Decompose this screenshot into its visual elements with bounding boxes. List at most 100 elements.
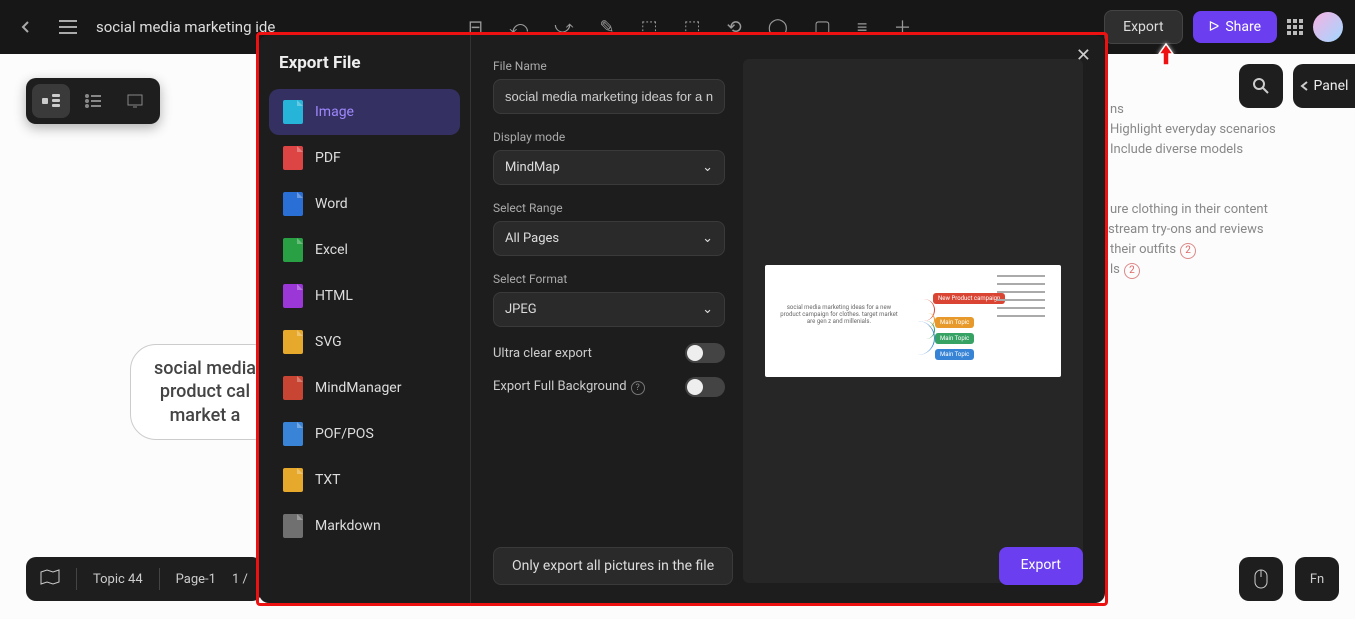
format-txt[interactable]: TXT — [269, 457, 460, 503]
preview-tag-red: New Product campaign — [933, 293, 1005, 304]
search-button[interactable] — [1239, 64, 1283, 108]
ultra-clear-label: Ultra clear export — [493, 346, 592, 361]
select-range-select[interactable]: All Pages ⌄ — [493, 221, 725, 256]
full-bg-row: Export Full Background? — [493, 377, 725, 397]
display-mode-value: MindMap — [505, 160, 560, 175]
view-switcher — [26, 78, 160, 124]
status-page-num: 1 / — [232, 572, 248, 587]
full-bg-toggle[interactable] — [685, 377, 725, 397]
format-label: Markdown — [315, 518, 381, 534]
format-list: Image PDF Word Excel HTML SVG MindManage… — [269, 89, 460, 549]
corner-buttons: Fn — [1239, 557, 1339, 601]
menu-icon[interactable] — [54, 13, 82, 41]
format-label: PDF — [315, 150, 341, 166]
format-label: HTML — [315, 288, 353, 304]
status-page[interactable]: Page-1 — [176, 572, 216, 587]
format-excel[interactable]: Excel — [269, 227, 460, 273]
fn-button[interactable]: Fn — [1295, 557, 1339, 601]
preview-tag-1: Main Topic — [935, 317, 974, 328]
back-icon[interactable] — [12, 13, 40, 41]
canvas-text-3: Include diverse models — [1110, 142, 1243, 157]
select-format-select[interactable]: JPEG⌄ — [493, 292, 725, 327]
svg-file-icon — [283, 330, 303, 354]
format-label: Word — [315, 196, 348, 212]
preview-image: social media marketing ideas for a new p… — [765, 265, 1061, 377]
canvas-text-2: Highlight everyday scenarios — [1110, 122, 1276, 137]
canvas-text-5: stream try-ons and reviews — [1108, 222, 1264, 237]
export-form: File Name Display mode MindMap ⌄ Select R… — [493, 59, 725, 583]
file-name-input[interactable] — [493, 79, 725, 114]
view-mindmap[interactable] — [32, 84, 70, 118]
select-range-label: Select Range — [493, 201, 725, 215]
format-image[interactable]: Image — [269, 89, 460, 135]
center-node[interactable]: social media product cal market a — [130, 344, 280, 440]
canvas-text-1: ns — [1110, 102, 1124, 117]
format-pdf[interactable]: PDF — [269, 135, 460, 181]
chevron-down-icon: ⌄ — [702, 302, 713, 317]
badge-2a: 2 — [1180, 243, 1196, 259]
format-pof[interactable]: POF/POS — [269, 411, 460, 457]
pdf-file-icon — [283, 146, 303, 170]
format-label: SVG — [315, 334, 342, 350]
chevron-down-icon: ⌄ — [702, 160, 713, 175]
format-label: MindManager — [315, 380, 401, 396]
only-export-pictures-button[interactable]: Only export all pictures in the file — [493, 547, 733, 585]
panel-label: Panel — [1314, 78, 1349, 94]
view-present[interactable] — [116, 84, 154, 118]
preview-tag-3: Main Topic — [935, 349, 974, 360]
export-button[interactable]: Export — [1104, 10, 1182, 44]
modal-main: File Name Display mode MindMap ⌄ Select R… — [471, 35, 1105, 603]
mindmanager-file-icon — [283, 376, 303, 400]
share-label: Share — [1225, 19, 1261, 35]
format-html[interactable]: HTML — [269, 273, 460, 319]
file-name-label: File Name — [493, 59, 725, 73]
share-icon: ᐅ — [1209, 19, 1220, 35]
format-svg[interactable]: SVG — [269, 319, 460, 365]
canvas-text-4: ure clothing in their content — [1110, 202, 1268, 217]
panel-tab[interactable]: Panel — [1293, 64, 1355, 108]
ultra-clear-row: Ultra clear export — [493, 343, 725, 363]
excel-file-icon — [283, 238, 303, 262]
format-label: Image — [315, 104, 354, 120]
export-modal: ✕ Export File Image PDF Word Excel HTML … — [259, 35, 1105, 603]
preview-panel: social media marketing ideas for a new p… — [743, 59, 1083, 583]
format-label: TXT — [315, 472, 340, 488]
canvas-text-7: ls2 — [1110, 262, 1140, 279]
share-button[interactable]: ᐅ Share — [1193, 11, 1277, 43]
html-file-icon — [283, 284, 303, 308]
format-mindmanager[interactable]: MindManager — [269, 365, 460, 411]
txt-file-icon — [283, 468, 303, 492]
status-topic[interactable]: Topic 44 — [93, 572, 143, 587]
display-mode-select[interactable]: MindMap ⌄ — [493, 150, 725, 185]
modal-title: Export File — [279, 53, 450, 73]
format-markdown[interactable]: Markdown — [269, 503, 460, 549]
topbar-right: Export ᐅ Share — [1104, 10, 1343, 44]
preview-tag-2: Main Topic — [935, 333, 974, 344]
modal-export-button[interactable]: Export — [999, 547, 1083, 585]
markdown-file-icon — [283, 514, 303, 538]
status-map-icon[interactable] — [40, 569, 60, 589]
badge-2b: 2 — [1124, 263, 1140, 279]
right-controls: Panel — [1239, 64, 1355, 108]
word-file-icon — [283, 192, 303, 216]
help-icon[interactable]: ? — [631, 381, 645, 395]
apps-icon[interactable] — [1287, 19, 1303, 35]
format-word[interactable]: Word — [269, 181, 460, 227]
document-title[interactable]: social media marketing ide — [96, 18, 275, 36]
preview-center-node: social media marketing ideas for a new p… — [779, 305, 899, 326]
select-range-value: All Pages — [505, 231, 559, 246]
full-bg-label: Export Full Background? — [493, 379, 645, 395]
format-label: Excel — [315, 242, 348, 258]
modal-sidebar: Export File Image PDF Word Excel HTML SV… — [259, 35, 471, 603]
view-list[interactable] — [74, 84, 112, 118]
mouse-mode-button[interactable] — [1239, 557, 1283, 601]
chevron-down-icon: ⌄ — [702, 231, 713, 246]
select-format-label: Select Format — [493, 272, 725, 286]
canvas-text-6: their outfits2 — [1110, 242, 1196, 259]
display-mode-label: Display mode — [493, 130, 725, 144]
arrow-annotation — [1155, 42, 1177, 72]
format-label: POF/POS — [315, 426, 374, 442]
status-bar: Topic 44 Page-1 1 / — [26, 557, 262, 601]
avatar[interactable] — [1313, 12, 1343, 42]
ultra-clear-toggle[interactable] — [685, 343, 725, 363]
